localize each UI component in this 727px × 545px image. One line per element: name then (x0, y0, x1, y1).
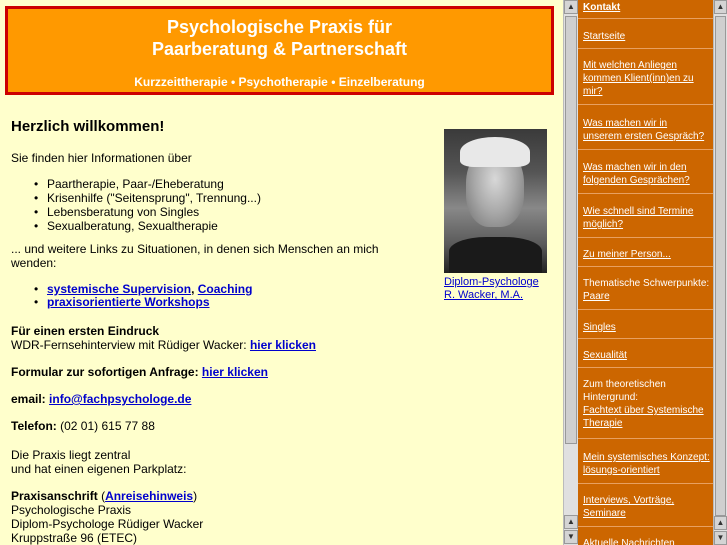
sidebar-item-schwerpunkte: Thematische Schwerpunkte: Paare (583, 278, 710, 302)
sidebar-item-kontakt[interactable]: Kontakt (583, 1, 711, 14)
main-scrollbar[interactable]: ▲ ▲ ▼ (563, 0, 578, 545)
sidebar-item-loesungs[interactable]: lösungs-orientiert (583, 465, 660, 476)
first-impression-label: Für einen ersten Eindruck (11, 324, 160, 338)
sidebar-item-fachtext[interactable]: Fachtext über Systemische Therapie (583, 405, 704, 429)
wdr-link[interactable]: hier klicken (250, 338, 316, 352)
welcome-heading: Herzlich willkommen! (11, 118, 165, 135)
scroll-down-icon[interactable]: ▼ (714, 531, 727, 545)
scroll-down-icon[interactable]: ▼ (564, 530, 578, 544)
sidebar-item-nachrichten[interactable]: Aktuelle Nachrichten (583, 537, 711, 545)
coaching-link[interactable]: Coaching (198, 282, 253, 296)
main-content: Psychologische Praxis für Paarberatung &… (0, 0, 563, 545)
sidebar-item-hintergrund: Zum theoretischen Hintergrund: Fachtext … (583, 379, 704, 429)
header-title-line2: Paarberatung & Partnerschaft (151, 39, 408, 59)
supervision-link[interactable]: systemische Supervision (47, 282, 191, 296)
sidebar-item-anliegen[interactable]: Mit welchen Anliegen kommen Klient(inn)e… (583, 59, 701, 98)
email-link[interactable]: info@fachpsychologe.de (49, 392, 191, 406)
scroll-up-icon[interactable]: ▲ (714, 0, 727, 14)
directions-link[interactable]: Anreisehinweis (105, 489, 193, 503)
form-link[interactable]: hier klicken (202, 365, 268, 379)
location-line1: Die Praxis liegt zentral (11, 448, 131, 462)
sidebar-item-sexualitaet[interactable]: Sexualität (583, 349, 711, 362)
header-subtitle: Kurzzeittherapie • Psychotherapie • Einz… (134, 75, 425, 89)
sidebar-nav: Kontakt Startseite Mit welchen Anliegen … (578, 0, 713, 545)
form-line: Formular zur sofortigen Anfrage: hier kl… (11, 365, 268, 379)
sidebar-item-konzept: Mein systemisches Konzept: lösungs-orien… (583, 452, 710, 476)
sidebar-item-folgende-gespraeche[interactable]: Was machen wir in den folgenden Gespräch… (583, 161, 693, 187)
address-line3: Kruppstraße 96 (ETEC) (11, 531, 138, 545)
address-heading: Praxisanschrift (Anreisehinweis) (11, 489, 198, 503)
address-line1: Psychologische Praxis (11, 503, 132, 517)
sidebar-item-termine[interactable]: Wie schnell sind Termine möglich? (583, 205, 701, 231)
scroll-thumb[interactable] (565, 16, 577, 444)
portrait-photo[interactable] (444, 129, 547, 273)
sidebar-item-interviews[interactable]: Interviews, Vorträge, Seminare (583, 494, 693, 520)
address-line2: Diplom-Psychologe Rüdiger Wacker (11, 517, 204, 531)
sidebar-scrollbar[interactable]: ▲ ▲ ▼ (713, 0, 727, 545)
email-line: email: info@fachpsychologe.de (11, 392, 192, 406)
sidebar-item-erstes-gespraech[interactable]: Was machen wir in unserem ersten Gespräc… (583, 117, 708, 143)
scroll-up-icon[interactable]: ▲ (714, 516, 727, 530)
photo-caption-line2[interactable]: R. Wacker, M.A. (444, 289, 523, 301)
sidebar-item-paare[interactable]: Paare (583, 291, 610, 302)
links-intro-line2: wenden: (11, 256, 57, 270)
scroll-up-icon[interactable]: ▲ (564, 0, 578, 14)
intro-text: Sie finden hier Informationen über (11, 151, 192, 165)
page-header: Psychologische Praxis für Paarberatung &… (5, 6, 554, 95)
sidebar-item-singles[interactable]: Singles (583, 321, 711, 334)
wdr-line: WDR-Fernsehinterview mit Rüdiger Wacker:… (11, 338, 316, 352)
links-intro-line1: ... und weitere Links zu Situationen, in… (11, 242, 379, 256)
phone-line: Telefon: (02 01) 615 77 88 (11, 419, 155, 433)
location-line2: und hat einen eigenen Parkplatz: (11, 462, 187, 476)
sidebar-item-person[interactable]: Zu meiner Person... (583, 248, 711, 261)
header-title-line1: Psychologische Praxis für (166, 17, 393, 37)
workshops-link[interactable]: praxisorientierte Workshops (47, 295, 210, 309)
scroll-thumb[interactable] (715, 16, 726, 516)
photo-caption-line1[interactable]: Diplom-Psychologe (444, 276, 539, 288)
scroll-down-icon[interactable]: ▲ (564, 515, 578, 529)
sidebar-item-startseite[interactable]: Startseite (583, 30, 711, 43)
